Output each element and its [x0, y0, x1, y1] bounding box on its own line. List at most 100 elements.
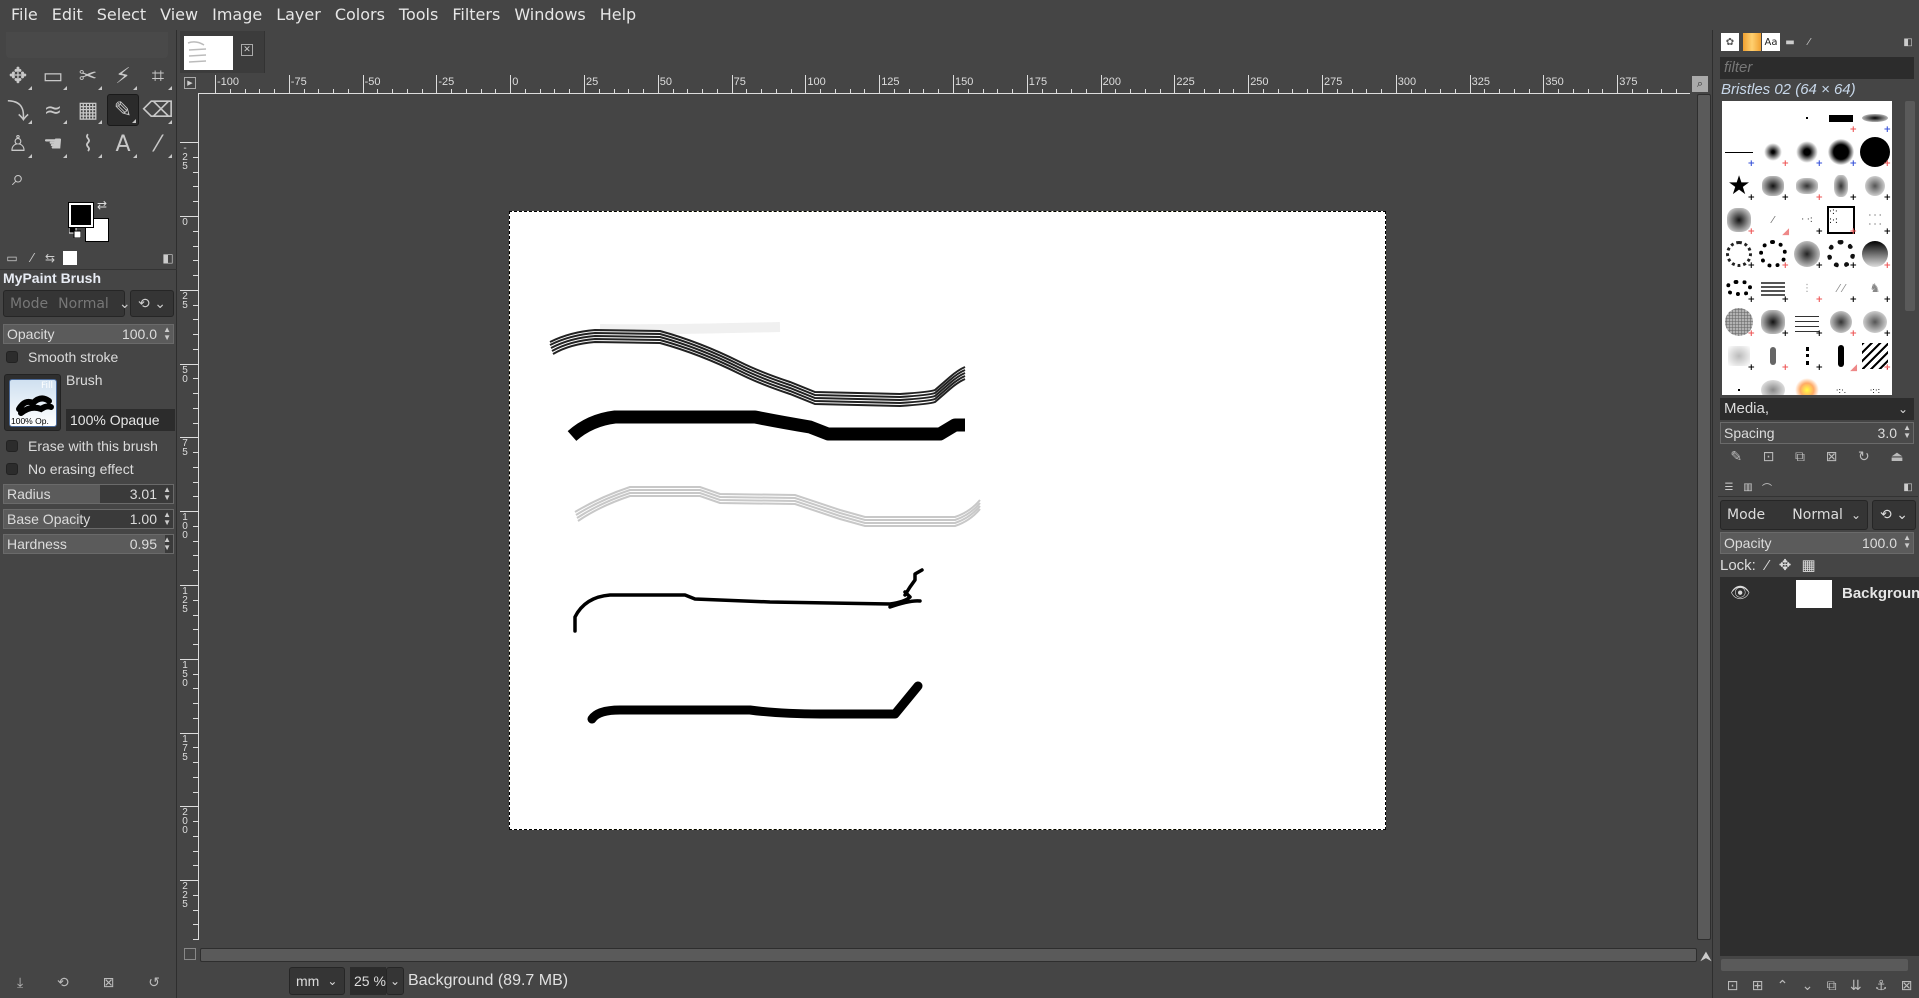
brush-filter-input[interactable]: filter [1720, 57, 1914, 79]
menu-filters[interactable]: Filters [445, 0, 507, 30]
radius-spin[interactable]: Radius 3.01 ▲ ▼ [3, 484, 174, 504]
brush-thumbnail[interactable] [1756, 101, 1790, 135]
brush-thumbnail[interactable]: + [1756, 135, 1790, 169]
tool-options-tab-icon[interactable]: ▭ [2, 248, 22, 268]
brush-thumbnail[interactable]: + [1756, 339, 1790, 373]
ruler-menu-icon[interactable]: ▶ [184, 77, 196, 89]
brush-thumbnail[interactable]: ·:·:·: + [1824, 203, 1858, 237]
brush-thumbnail[interactable]: + [1858, 305, 1892, 339]
menu-view[interactable]: View [153, 0, 205, 30]
brush-name-field[interactable]: 100% Opaque [66, 409, 175, 431]
rect-select-tool[interactable]: ▭ [37, 60, 69, 92]
brush-thumbnail[interactable]: + [1858, 237, 1892, 271]
swap-colors-icon[interactable]: ⇄ [97, 198, 107, 212]
brush-thumbnail[interactable]: ⁄ ⁄ + [1824, 271, 1858, 305]
mypaint-brushes-tab-icon[interactable]: ⁄ [1800, 33, 1818, 51]
eye-icon[interactable]: 👁 [1730, 583, 1750, 602]
layer-thumbnail[interactable] [1796, 580, 1832, 608]
clone-tool[interactable]: ♙ [2, 128, 34, 160]
brush-thumbnail[interactable]: + [1858, 339, 1892, 373]
brush-thumbnail[interactable]: ·:·: [1858, 373, 1892, 395]
fuzzy-select-tool[interactable]: ⚡ [107, 60, 139, 92]
unit-combo[interactable]: mm ⌄ [289, 967, 345, 995]
gradient-tool[interactable]: ▦ [72, 94, 104, 126]
brush-thumbnail[interactable] [1722, 373, 1756, 395]
images-tab-icon[interactable] [60, 248, 80, 268]
brush-preview-button[interactable]: Fill 100% Op. [4, 374, 61, 431]
brush-thumbnail[interactable]: + [1824, 305, 1858, 339]
brush-thumbnail[interactable]: ★ + [1722, 169, 1756, 203]
menu-edit[interactable]: Edit [45, 0, 90, 30]
warp-transform-tool[interactable]: ≈ [37, 94, 69, 126]
base-opacity-spin[interactable]: Base Opacity 1.00 ▲ ▼ [3, 509, 174, 529]
menu-windows[interactable]: Windows [507, 0, 592, 30]
brush-thumbnail[interactable]: ◢ [1824, 339, 1858, 373]
brush-thumbnail[interactable] [1722, 101, 1756, 135]
save-preset-icon[interactable]: ⤓ [17, 975, 23, 991]
spin-arrows-icon[interactable]: ▲ ▼ [163, 511, 171, 527]
spin-arrows-icon[interactable]: ▲ ▼ [163, 326, 171, 342]
brush-thumbnail[interactable]: + [1722, 237, 1756, 271]
brush-thumbnail[interactable]: ♞ + [1858, 271, 1892, 305]
mode-combo[interactable]: Mode Normal ⌄ [3, 290, 131, 317]
spin-arrows-icon[interactable]: ▲ ▼ [1903, 534, 1911, 550]
crop-tool[interactable]: ⌗ [142, 60, 174, 92]
spacing-spin[interactable]: Spacing 3.0 ▲ ▼ [1720, 422, 1914, 444]
brush-thumbnail[interactable]: + [1756, 305, 1790, 339]
unified-transform-tool[interactable]: ⤵ [2, 94, 34, 126]
menu-image[interactable]: Image [205, 0, 269, 30]
lock-position-icon[interactable]: ✥ [1779, 557, 1792, 574]
hardness-spin[interactable]: Hardness 0.95 ▲ ▼ [3, 534, 174, 554]
move-tool[interactable]: ✥ [2, 60, 34, 92]
image-thumbnail[interactable] [184, 36, 233, 70]
brush-grid-scrollbar[interactable] [1905, 101, 1915, 311]
checkbox-box[interactable] [6, 463, 18, 475]
duplicate-layer-icon[interactable]: ⧉ [1827, 978, 1837, 994]
menu-colors[interactable]: Colors [328, 0, 392, 30]
foreground-color-swatch[interactable] [68, 202, 94, 228]
tag-filter-combo[interactable]: Media, ⌄ [1720, 398, 1914, 420]
brush-thumbnail[interactable]: + [1824, 237, 1858, 271]
layer-list-scrollbar[interactable] [1721, 959, 1908, 971]
smudge-tool[interactable]: ☚ [37, 128, 69, 160]
edit-brush-icon[interactable]: ✎ [1730, 449, 1742, 465]
vertical-scrollbar[interactable] [1697, 94, 1711, 940]
spin-arrows-icon[interactable]: ▲ ▼ [163, 536, 171, 552]
delete-layer-icon[interactable]: ⊠ [1901, 978, 1913, 994]
vertical-ruler[interactable]: -25 0 25 50 75 100 125 150 175 200 225 [180, 94, 199, 941]
brush-thumbnail[interactable] [1756, 373, 1790, 395]
brush-thumbnail[interactable] [1790, 373, 1824, 395]
restore-preset-icon[interactable]: ⟲ [57, 975, 69, 991]
opacity-spin[interactable]: Opacity 100.0 ▲ ▼ [3, 324, 174, 344]
menu-file[interactable]: File [4, 0, 45, 30]
brush-thumbnail[interactable]: · · · · · · + [1858, 203, 1892, 237]
brush-thumbnail[interactable]: + [1790, 305, 1824, 339]
configure-tab-icon[interactable]: ◧ [1899, 33, 1917, 51]
duplicate-brush-icon[interactable]: ⧉ [1795, 449, 1805, 465]
layer-opacity-spin[interactable]: Opacity 100.0 ▲ ▼ [1720, 532, 1914, 554]
brush-thumbnail[interactable]: + [1824, 135, 1858, 169]
patterns-tab-icon[interactable] [1743, 33, 1761, 51]
zoom-tool[interactable]: ⌕ [2, 162, 34, 194]
brush-thumbnail[interactable]: + [1790, 169, 1824, 203]
brush-thumbnail[interactable]: + [1756, 169, 1790, 203]
brush-thumbnail[interactable]: + [1790, 135, 1824, 169]
close-tab-icon[interactable]: ✕ [241, 44, 253, 56]
horizontal-scrollbar[interactable] [200, 948, 1697, 962]
brush-thumbnail[interactable]: + [1722, 271, 1756, 305]
reset-options-icon[interactable]: ↺ [148, 975, 160, 991]
image-canvas[interactable] [509, 211, 1386, 830]
brush-thumbnail[interactable]: + [1858, 101, 1892, 135]
color-picker-tool[interactable]: ⁄ [142, 128, 174, 160]
checkbox-box[interactable] [6, 351, 18, 363]
anchor-layer-icon[interactable]: ⚓ [1875, 978, 1888, 994]
brush-thumbnail[interactable]: + [1858, 135, 1892, 169]
zoom-dropdown[interactable]: ⌄ [386, 967, 404, 995]
navigate-icon[interactable]: ⮝ [1700, 949, 1712, 965]
spin-arrows-icon[interactable]: ▲ ▼ [1903, 424, 1911, 440]
menu-tools[interactable]: Tools [392, 0, 445, 30]
zoom-follow-icon[interactable]: ⌕ [1692, 76, 1708, 92]
merge-layer-icon[interactable]: ⇊ [1850, 978, 1862, 994]
new-layer-icon[interactable]: ⊡ [1727, 978, 1739, 994]
menu-help[interactable]: Help [593, 0, 643, 30]
